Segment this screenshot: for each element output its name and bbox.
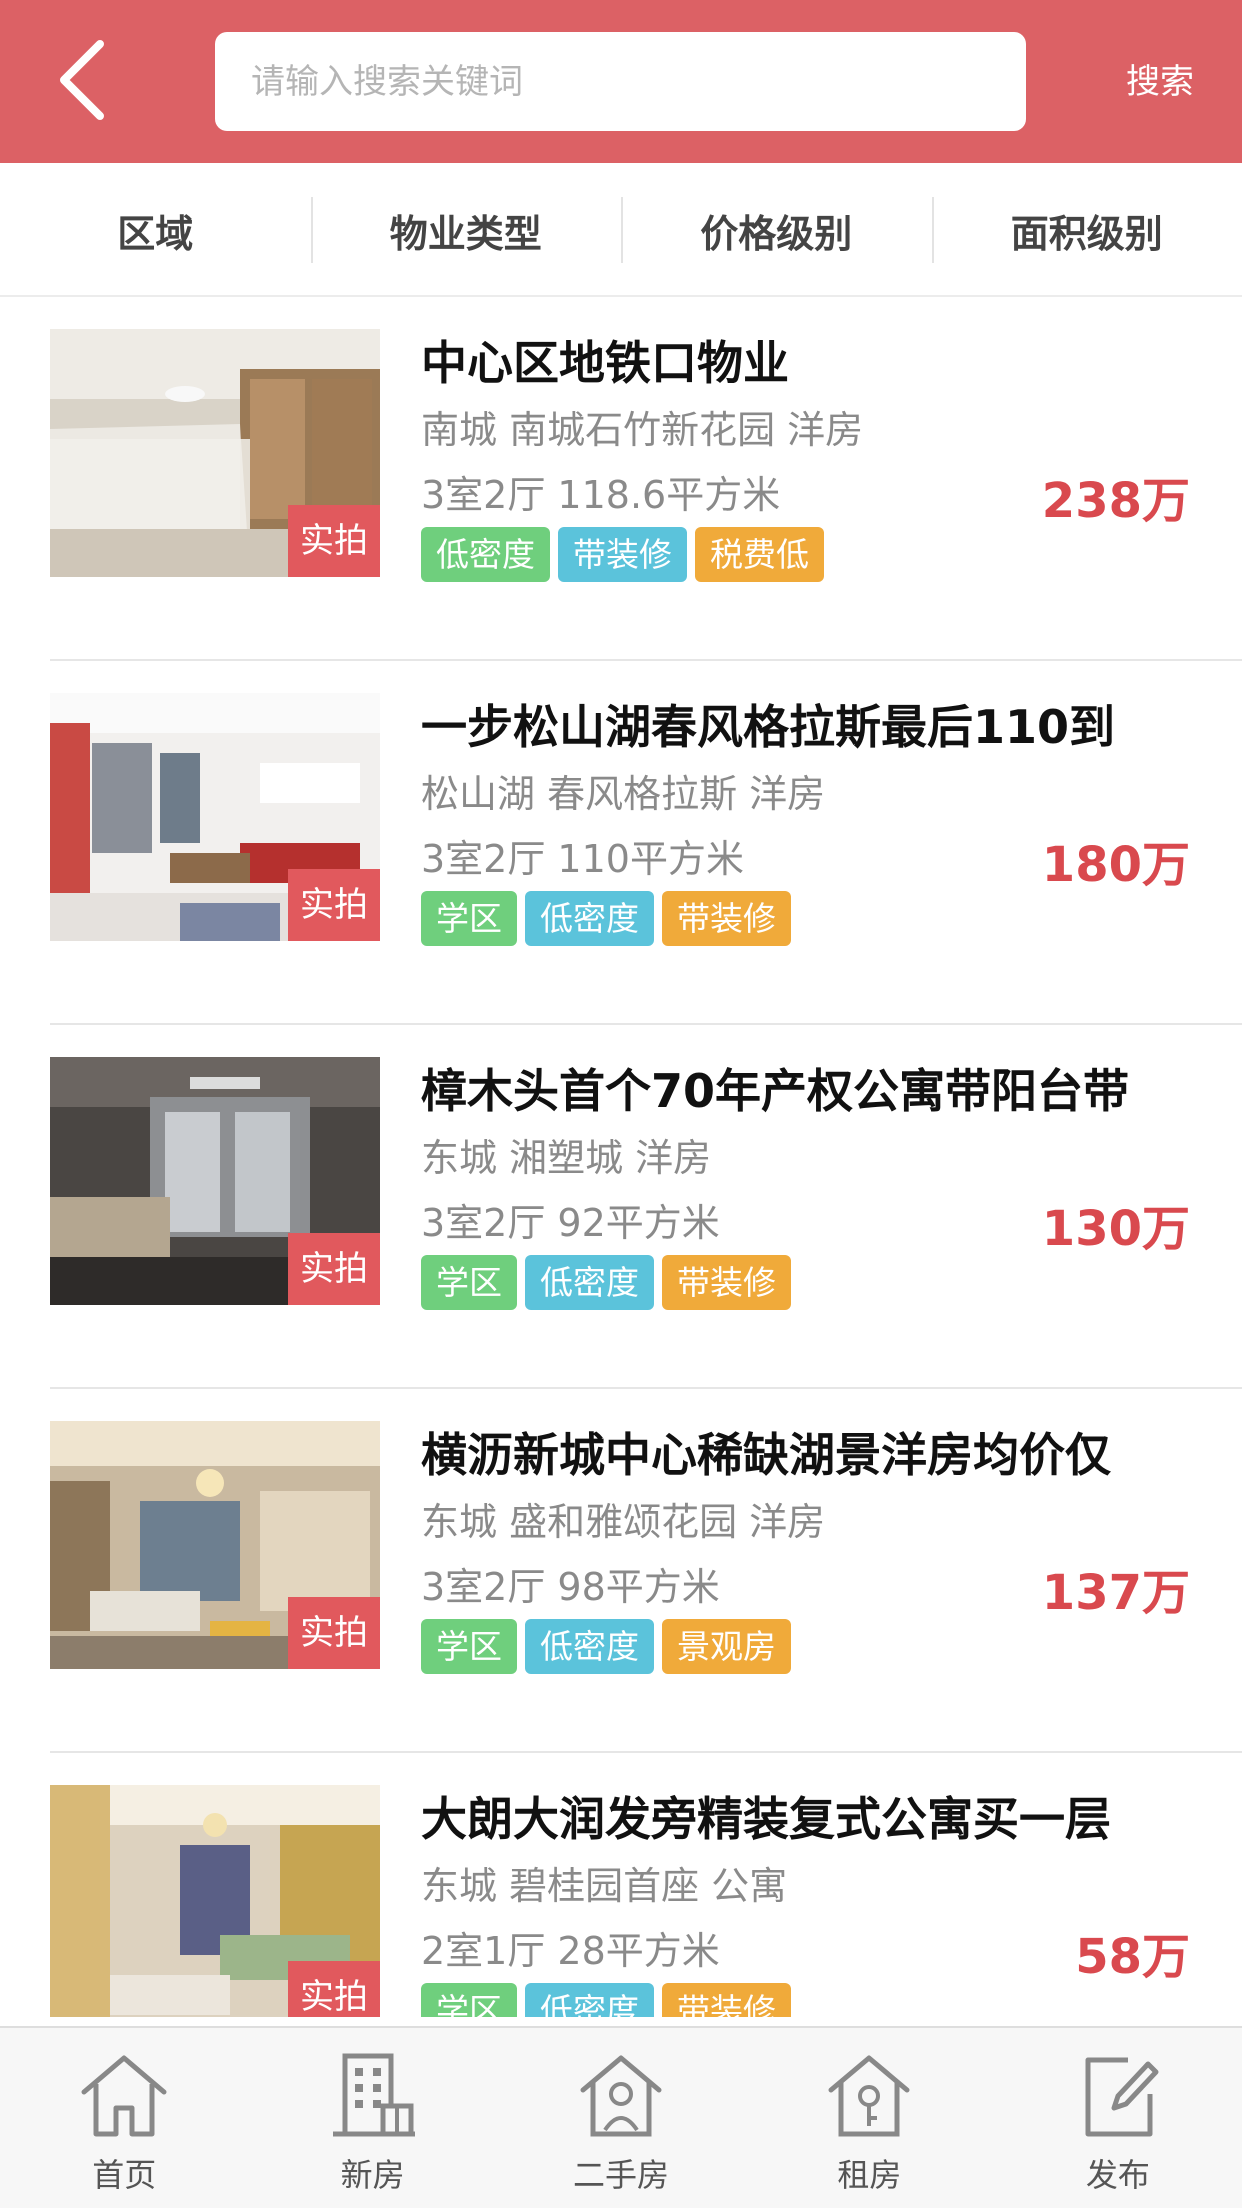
tab-label: 二手房 [573,2156,670,2194]
tag: 低密度 [525,1983,654,2017]
photo-badge: 实拍 [288,1233,380,1305]
tag: 带装修 [662,1983,791,2017]
listing-location: 松山湖 春风格拉斯 洋房 [421,772,826,816]
filter-bar: 区域 物业类型 价格级别 面积级别 [0,163,1242,297]
building-icon [332,2053,415,2137]
tag: 税费低 [695,527,824,582]
listing-specs: 3室2厅 98平方米 [421,1565,720,1609]
house-person-icon [580,2055,662,2137]
house-key-icon [828,2055,910,2137]
photo-badge: 实拍 [288,869,380,941]
listing-photo: 实拍 [50,1057,380,1305]
listing-title: 一步松山湖春风格拉斯最后110到 [421,700,1116,754]
bottom-tab-bar: 首页 新房 二手房 租房 发布 [0,2026,1242,2208]
listing-list: 实拍 中心区地铁口物业 南城 南城石竹新花园 洋房 3室2厅 118.6平方米 … [0,297,1242,2017]
edit-icon [1085,2057,1159,2137]
listing-specs: 3室2厅 118.6平方米 [421,473,781,517]
filter-price-level[interactable]: 价格级别 [621,163,932,297]
listing-photo: 实拍 [50,1421,380,1669]
listing-photo: 实拍 [50,693,380,941]
tab-label: 发布 [1085,2156,1150,2194]
tab-label: 新房 [340,2156,405,2194]
tab-label: 首页 [92,2156,157,2194]
listing-tags: 学区 低密度 带装修 [421,1983,791,2017]
tab-publish[interactable]: 发布 [994,2028,1242,2208]
listing-item[interactable]: 实拍 中心区地铁口物业 南城 南城石竹新花园 洋房 3室2厅 118.6平方米 … [0,297,1242,661]
listing-location: 南城 南城石竹新花园 洋房 [421,408,864,452]
tab-label: 租房 [837,2156,902,2194]
listing-price: 180万 [1041,837,1190,893]
listing-price: 238万 [1041,473,1190,529]
tab-second-hand[interactable]: 二手房 [497,2028,745,2208]
tag: 低密度 [525,1255,654,1310]
listing-tags: 学区 低密度 带装修 [421,891,791,946]
tab-rent[interactable]: 租房 [745,2028,993,2208]
listing-title: 横沥新城中心稀缺湖景洋房均价仅 [421,1428,1111,1482]
tag: 学区 [421,1255,517,1310]
photo-badge: 实拍 [288,1961,380,2017]
photo-badge: 实拍 [288,505,380,577]
tag: 带装修 [662,891,791,946]
filter-region[interactable]: 区域 [0,163,311,297]
tag: 带装修 [662,1255,791,1310]
tag: 带装修 [558,527,687,582]
listing-specs: 3室2厅 92平方米 [421,1201,720,1245]
tag: 低密度 [421,527,550,582]
tag: 学区 [421,1983,517,2017]
tab-new-homes[interactable]: 新房 [248,2028,496,2208]
listing-title: 中心区地铁口物业 [421,336,789,390]
listing-tags: 学区 低密度 景观房 [421,1619,791,1674]
photo-badge: 实拍 [288,1597,380,1669]
listing-photo: 实拍 [50,329,380,577]
listing-item[interactable]: 实拍 一步松山湖春风格拉斯最后110到 松山湖 春风格拉斯 洋房 3室2厅 11… [0,661,1242,1025]
tag: 景观房 [662,1619,791,1674]
tag: 低密度 [525,891,654,946]
filter-area-level[interactable]: 面积级别 [931,163,1242,297]
tab-home[interactable]: 首页 [0,2028,248,2208]
listing-item[interactable]: 实拍 樟木头首个70年产权公寓带阳台带 东城 湘塑城 洋房 3室2厅 92平方米… [0,1025,1242,1389]
listing-item[interactable]: 实拍 横沥新城中心稀缺湖景洋房均价仅 东城 盛和雅颂花园 洋房 3室2厅 98平… [0,1389,1242,1753]
listing-location: 东城 湘塑城 洋房 [421,1136,712,1180]
tag: 学区 [421,1619,517,1674]
listing-price: 137万 [1041,1565,1190,1621]
listing-price: 130万 [1041,1201,1190,1257]
listing-photo: 实拍 [50,1785,380,2017]
search-input[interactable] [215,32,1026,131]
listing-title: 樟木头首个70年产权公寓带阳台带 [421,1064,1130,1118]
listing-tags: 学区 低密度 带装修 [421,1255,791,1310]
listing-location: 东城 碧桂园首座 公寓 [421,1864,788,1908]
listing-item[interactable]: 实拍 大朗大润发旁精装复式公寓买一层 东城 碧桂园首座 公寓 2室1厅 28平方… [0,1753,1242,2017]
tag: 低密度 [525,1619,654,1674]
listing-price: 58万 [1075,1929,1190,1985]
search-button[interactable]: 搜索 [1100,52,1220,112]
tag: 学区 [421,891,517,946]
listing-location: 东城 盛和雅颂花园 洋房 [421,1500,826,1544]
chevron-left-icon [60,40,104,120]
listing-specs: 2室1厅 28平方米 [421,1929,720,1973]
home-icon [81,2055,167,2137]
listing-tags: 低密度 带装修 税费低 [421,527,824,582]
listing-specs: 3室2厅 110平方米 [421,837,744,881]
back-button[interactable] [44,30,124,130]
top-navigation-bar: 搜索 [0,0,1242,163]
filter-property-type[interactable]: 物业类型 [310,163,622,297]
listing-title: 大朗大润发旁精装复式公寓买一层 [421,1792,1111,1846]
